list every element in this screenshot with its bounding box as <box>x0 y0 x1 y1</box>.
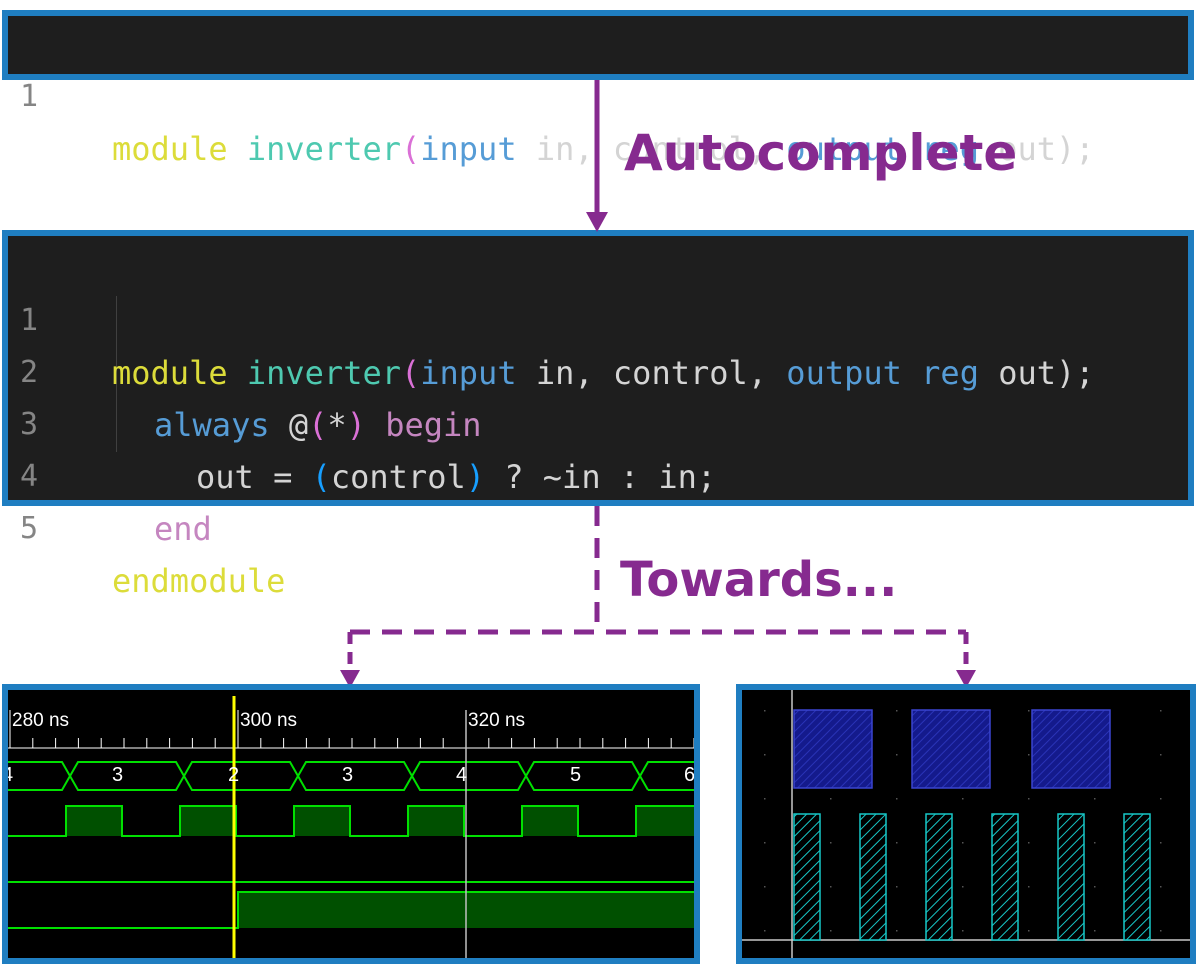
grid-dot <box>764 798 766 800</box>
clock-signal <box>8 805 694 837</box>
grid-dot <box>896 930 898 932</box>
grid-dot <box>1160 798 1162 800</box>
grid-dot <box>1094 842 1096 844</box>
out-signal <box>8 891 694 929</box>
grid-dot <box>764 930 766 932</box>
towards-label: Towards... <box>620 552 898 608</box>
waveform-viewer: 280 ns 300 ns 320 ns 4 3 2 3 4 5 6 <box>2 684 700 964</box>
grid-dot <box>1028 710 1030 712</box>
bus-value: 5 <box>570 764 582 786</box>
metal-block <box>793 709 873 789</box>
metal-block <box>911 709 991 789</box>
poly-finger <box>793 813 821 941</box>
grid-dot <box>830 886 832 888</box>
grid-dot <box>764 842 766 844</box>
grid-dot <box>1028 842 1030 844</box>
layout-viewer <box>736 684 1196 964</box>
grid-dot <box>1160 710 1162 712</box>
grid-dot <box>1094 930 1096 932</box>
bus-value: 3 <box>112 764 124 786</box>
grid-dot <box>962 842 964 844</box>
poly-finger <box>1057 813 1085 941</box>
grid-dot <box>830 930 832 932</box>
grid-dot <box>962 798 964 800</box>
grid-dot <box>1028 754 1030 756</box>
grid-dot <box>1028 798 1030 800</box>
bus-value: 4 <box>2 764 14 786</box>
metal-block <box>1031 709 1111 789</box>
grid-dot <box>1028 930 1030 932</box>
grid-dot <box>896 842 898 844</box>
grid-dot <box>962 886 964 888</box>
autocomplete-label: Autocomplete <box>624 124 1018 182</box>
grid-dot <box>1028 886 1030 888</box>
grid-dot <box>1094 886 1096 888</box>
grid-dot <box>896 710 898 712</box>
grid-dot <box>764 754 766 756</box>
poly-finger <box>991 813 1019 941</box>
grid-dot <box>896 886 898 888</box>
grid-dot <box>1094 798 1096 800</box>
layout-drawing <box>742 690 1190 958</box>
autocomplete-arrowhead <box>586 212 608 232</box>
poly-finger <box>1123 813 1151 941</box>
grid-dot <box>830 798 832 800</box>
bus-value: 2 <box>228 764 240 786</box>
grid-dot <box>1160 930 1162 932</box>
bus-value: 3 <box>342 764 354 786</box>
bus-value: 4 <box>456 764 468 786</box>
waveform-traces <box>8 696 694 958</box>
grid-dot <box>896 754 898 756</box>
grid-dot <box>1160 754 1162 756</box>
grid-dot <box>830 842 832 844</box>
grid-dot <box>764 886 766 888</box>
bus-value: 6 <box>684 764 696 786</box>
time-ruler <box>8 710 694 749</box>
poly-finger <box>925 813 953 941</box>
grid-dot <box>962 930 964 932</box>
poly-finger <box>859 813 887 941</box>
grid-dot <box>764 710 766 712</box>
grid-dot <box>896 798 898 800</box>
grid-dot <box>1160 842 1162 844</box>
grid-dot <box>1160 886 1162 888</box>
